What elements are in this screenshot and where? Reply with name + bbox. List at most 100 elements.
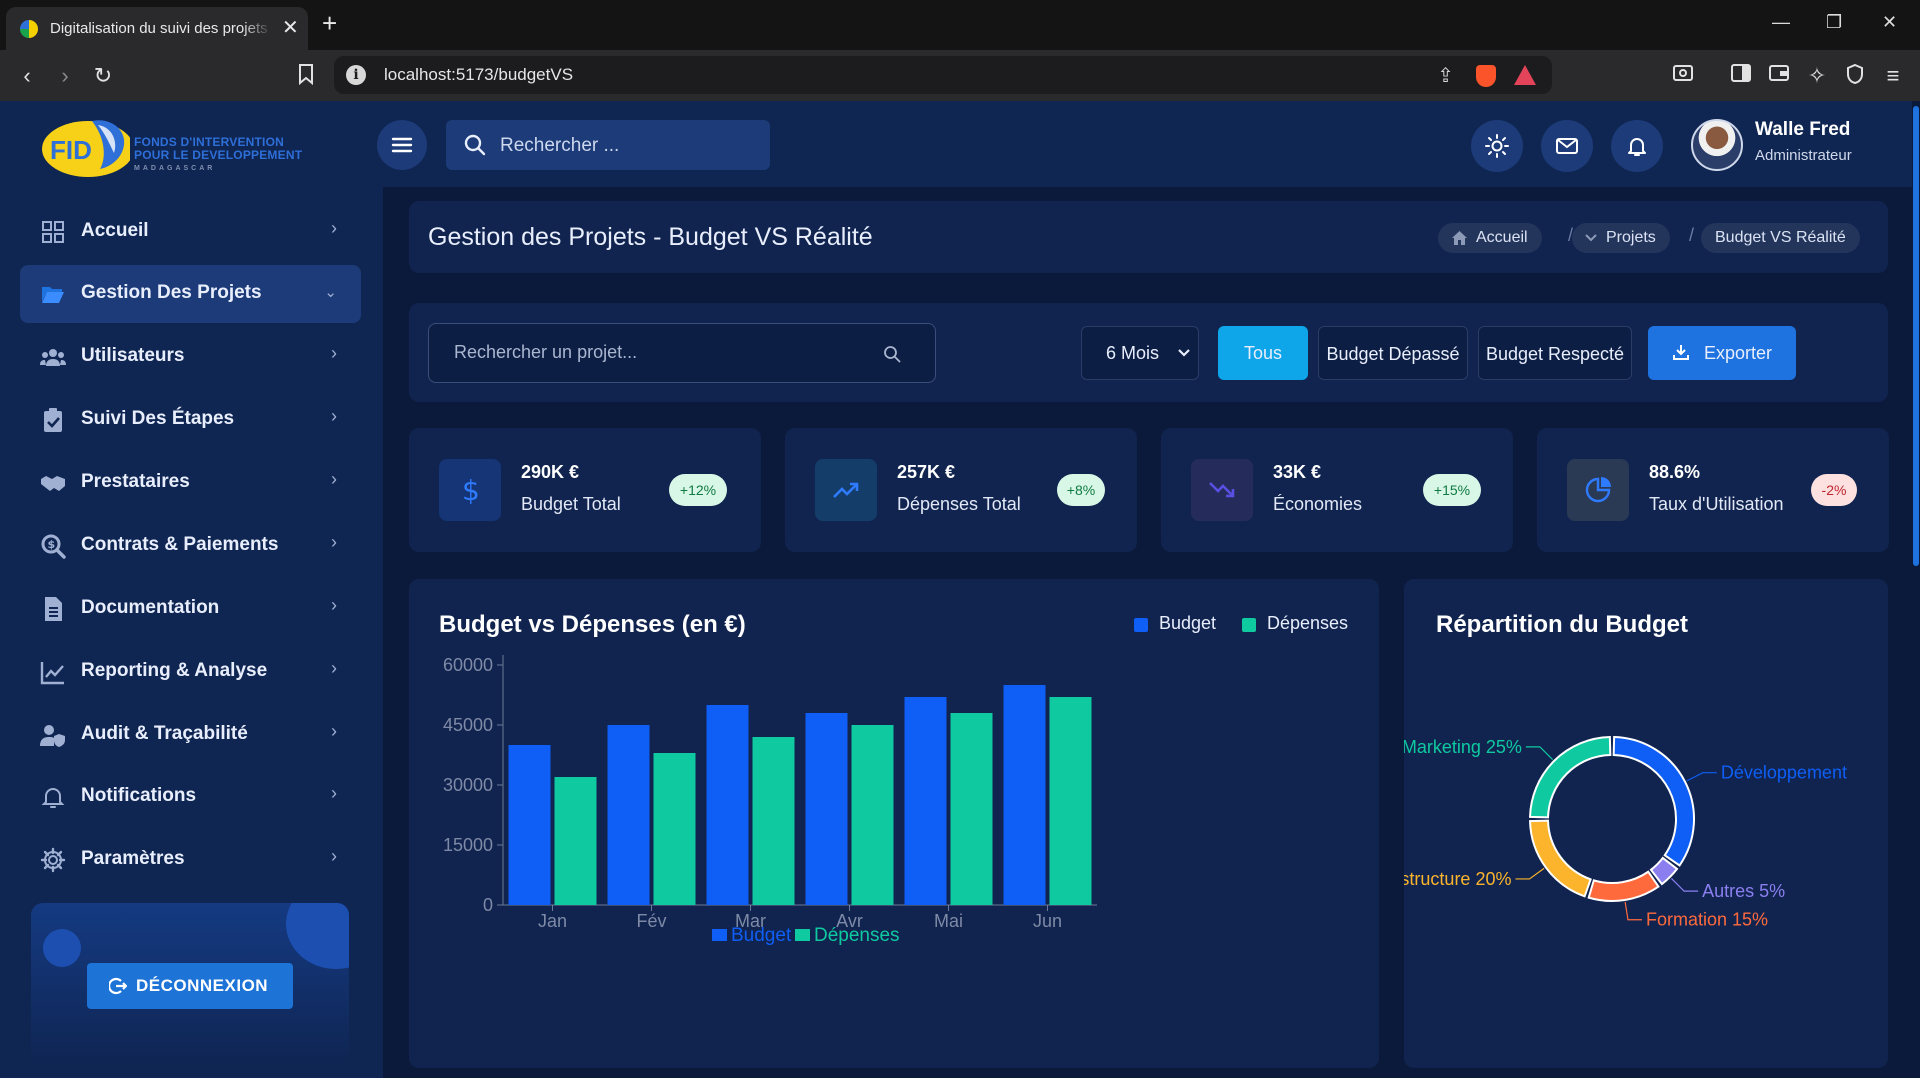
fid-logo: FID xyxy=(42,120,130,177)
export-label: Exporter xyxy=(1703,343,1773,363)
sidebar-item-documentation[interactable]: Documentation › xyxy=(20,580,361,638)
users-icon xyxy=(40,349,66,366)
user-shield-icon xyxy=(40,725,65,747)
bar-budget[interactable] xyxy=(706,705,749,905)
notifications-button[interactable] xyxy=(1611,120,1663,172)
wallet-icon[interactable] xyxy=(1766,63,1792,89)
donut-chart: Développement Autres 5% Formation 15% Infra… xyxy=(1404,736,1847,930)
sidebar-item-gestion-des-projets[interactable]: Gestion Des Projets ⌄ xyxy=(20,265,361,323)
grid-icon xyxy=(42,221,64,243)
trend-down-icon xyxy=(1209,482,1235,498)
filter-budget-respecte-button[interactable]: Budget Respecté xyxy=(1478,326,1632,380)
bar-budget[interactable] xyxy=(1003,685,1046,905)
bar-budget[interactable] xyxy=(805,713,848,905)
stat-card-depenses-total: 257K € Dépenses Total +8% xyxy=(785,428,1137,552)
url-text[interactable]: localhost:5173/budgetVS xyxy=(384,65,573,85)
sidebar-item-contrats-paiements[interactable]: $ Contrats & Paiements › xyxy=(20,517,361,575)
brave-rewards-icon[interactable] xyxy=(1514,65,1536,85)
stat-card-taux-utilisation: 88.6% Taux d'Utilisation -2% xyxy=(1537,428,1889,552)
hamburger-menu-button[interactable] xyxy=(377,120,427,170)
bar-budget[interactable] xyxy=(904,697,947,905)
clipboard-check-icon xyxy=(44,408,62,432)
donut-slice-développement[interactable] xyxy=(1612,736,1695,867)
new-tab-icon[interactable]: + xyxy=(322,10,337,36)
sidebar-item-label: Gestion Des Projets xyxy=(81,282,262,303)
chevron-right-icon: › xyxy=(331,783,337,803)
bar-depenses[interactable] xyxy=(851,725,894,905)
sidebar-item-label: Documentation xyxy=(81,597,220,618)
chevron-right-icon: › xyxy=(331,846,337,866)
messages-button[interactable] xyxy=(1541,120,1593,172)
bar-budget[interactable] xyxy=(508,745,551,905)
sidebar-item-label: Audit & Traçabilité xyxy=(81,723,248,744)
period-select[interactable]: 6 Mois xyxy=(1081,326,1199,380)
restore-icon[interactable]: ❐ xyxy=(1826,12,1842,32)
user-avatar[interactable] xyxy=(1691,119,1743,171)
donut-slice-formation[interactable] xyxy=(1587,870,1660,902)
forward-icon[interactable]: › xyxy=(52,63,78,89)
sidebar-item-reporting-analyse[interactable]: Reporting & Analyse › xyxy=(20,643,361,701)
donut-leader-line xyxy=(1686,772,1717,782)
download-icon xyxy=(1673,345,1689,360)
breadcrumb-accueil[interactable]: Accueil xyxy=(1438,223,1542,253)
donut-slice-infrastructure[interactable] xyxy=(1529,819,1592,898)
page-header-card: Gestion des Projets - Budget VS Réalité … xyxy=(409,201,1888,273)
bar-depenses[interactable] xyxy=(653,753,696,905)
bar-depenses[interactable] xyxy=(950,713,993,905)
logout-button[interactable]: DÉCONNEXION xyxy=(87,963,293,1009)
reader-icon[interactable] xyxy=(1670,63,1696,89)
breadcrumb-projets[interactable]: Projets xyxy=(1572,223,1670,253)
page-scrollbar-thumb[interactable] xyxy=(1913,106,1919,566)
chevron-down-icon xyxy=(1585,234,1597,242)
export-button[interactable]: Exporter xyxy=(1648,326,1796,380)
bar-depenses[interactable] xyxy=(752,737,795,905)
sidebar-item-notifications[interactable]: Notifications › xyxy=(20,768,361,826)
sidebar-item-prestataires[interactable]: Prestataires › xyxy=(20,454,361,512)
address-bar[interactable]: i localhost:5173/budgetVS ⇪ xyxy=(334,56,1552,94)
brand-line-3: MADAGASCAR xyxy=(134,165,216,172)
brave-shield-icon[interactable] xyxy=(1476,65,1496,87)
stat-icon-box xyxy=(1567,459,1629,521)
filter-bar: Rechercher un projet... 6 Mois Tous Budg… xyxy=(409,303,1888,402)
chevron-right-icon: › xyxy=(331,532,337,552)
close-tab-icon[interactable]: ✕ xyxy=(282,18,299,38)
y-tick-label: 15000 xyxy=(443,835,493,855)
menu-icon[interactable]: ≡ xyxy=(1880,63,1906,89)
legend-bottom-label[interactable]: Dépenses xyxy=(814,925,900,946)
user-name[interactable]: Walle Fred xyxy=(1755,119,1850,141)
search-icon xyxy=(464,134,486,156)
decorative-circle xyxy=(43,929,81,967)
filter-tous-button[interactable]: Tous xyxy=(1218,326,1308,380)
reload-icon[interactable]: ↻ xyxy=(90,63,116,89)
svg-text:$: $ xyxy=(462,476,480,504)
bar-budget[interactable] xyxy=(607,725,650,905)
leo-ai-icon[interactable]: ✧ xyxy=(1804,63,1830,89)
browser-tab-bar: Digitalisation du suivi des projets ✕ + … xyxy=(0,0,1920,50)
browser-tab[interactable]: Digitalisation du suivi des projets ✕ xyxy=(6,7,308,50)
global-search-input[interactable]: Rechercher ... xyxy=(446,120,770,170)
legend-bottom-label[interactable]: Budget xyxy=(731,925,792,946)
bar-depenses[interactable] xyxy=(1049,697,1092,905)
vpn-icon[interactable] xyxy=(1842,63,1868,89)
theme-toggle-button[interactable] xyxy=(1471,120,1523,172)
sidebar-item-audit-tracabilite[interactable]: Audit & Traçabilité › xyxy=(20,706,361,764)
sidebar-item-label: Notifications xyxy=(81,785,197,806)
chevron-down-icon: ⌄ xyxy=(324,284,337,301)
sidebar-item-parametres[interactable]: Paramètres › xyxy=(20,831,361,889)
donut-slice-label: Marketing 25% xyxy=(1404,737,1522,757)
bar-depenses[interactable] xyxy=(554,777,597,905)
filter-budget-depasse-button[interactable]: Budget Dépassé xyxy=(1318,326,1468,380)
sidebar-item-suivi-des-etapes[interactable]: Suivi Des Étapes › xyxy=(20,391,361,449)
share-icon[interactable]: ⇪ xyxy=(1437,63,1454,88)
stat-icon-box xyxy=(1191,459,1253,521)
window-close-icon[interactable]: ✕ xyxy=(1882,12,1897,32)
sidebar-item-accueil[interactable]: Accueil › xyxy=(20,203,361,261)
pie-icon xyxy=(1585,477,1611,503)
bookmark-icon[interactable] xyxy=(293,63,319,89)
minimize-icon[interactable]: — xyxy=(1772,12,1790,32)
sidebar-toggle-icon[interactable] xyxy=(1728,63,1754,89)
project-search-input[interactable]: Rechercher un projet... xyxy=(428,323,936,383)
site-info-icon[interactable]: i xyxy=(346,65,366,85)
sidebar-item-utilisateurs[interactable]: Utilisateurs › xyxy=(20,328,361,386)
back-icon[interactable]: ‹ xyxy=(14,63,40,89)
